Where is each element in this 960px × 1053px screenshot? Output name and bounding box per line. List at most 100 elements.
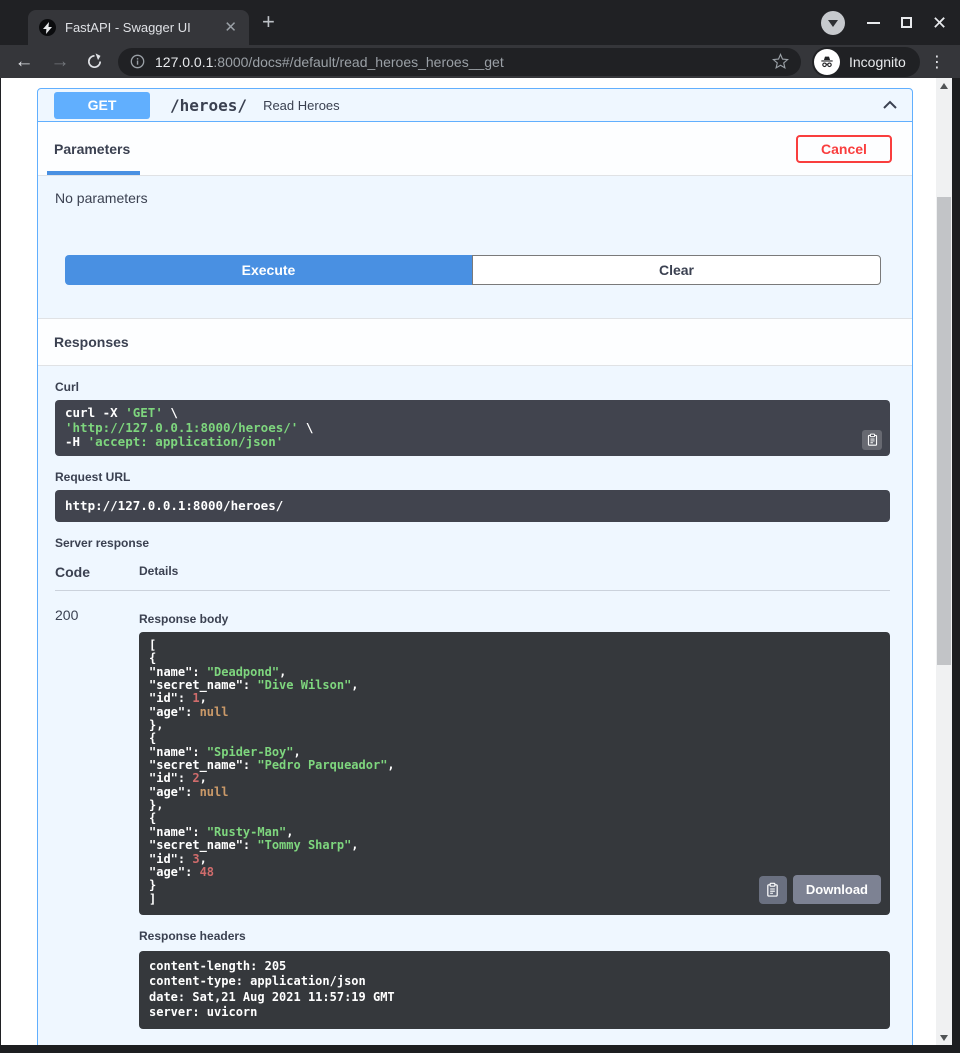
responses-header: Responses xyxy=(38,318,912,366)
tab-close-icon[interactable]: ✕ xyxy=(220,18,241,37)
close-button[interactable]: ✕ xyxy=(923,14,956,32)
no-parameters-text: No parameters xyxy=(55,190,912,206)
page-content: GET /heroes/ Read Heroes Parameters Canc… xyxy=(0,78,952,1045)
responses-body: Curl curl -X 'GET' \ 'http://127.0.0.1:8… xyxy=(38,380,912,1045)
scrollbar-up-button[interactable] xyxy=(936,78,952,93)
responses-title: Responses xyxy=(54,334,129,350)
operation-summary[interactable]: GET /heroes/ Read Heroes xyxy=(38,89,912,122)
browser-toolbar: ← → 127.0.0.1:8000/docs#/default/read_he… xyxy=(0,45,960,78)
copy-curl-button[interactable] xyxy=(862,430,882,450)
curl-block: curl -X 'GET' \ 'http://127.0.0.1:8000/h… xyxy=(55,400,890,456)
code-line: { xyxy=(149,732,880,745)
response-table-header: Code Details xyxy=(55,564,890,591)
browser-tab[interactable]: FastAPI - Swagger UI ✕ xyxy=(28,10,249,45)
up-arrow-icon xyxy=(940,83,948,89)
scrollbar-down-button[interactable] xyxy=(936,1030,952,1045)
minimize-button[interactable] xyxy=(857,22,890,24)
code-line: "name": "Spider-Boy", xyxy=(149,746,880,759)
window-bottom-edge xyxy=(0,1045,960,1053)
page-info-icon[interactable] xyxy=(130,54,145,69)
clear-button[interactable]: Clear xyxy=(472,255,881,285)
window-controls: ✕ xyxy=(821,0,956,45)
close-icon: ✕ xyxy=(932,14,947,32)
response-headers-label: Response headers xyxy=(139,929,890,943)
response-details: Response body [ { "name": "Deadpond", "s… xyxy=(139,607,890,1029)
code-line: "id": 2, xyxy=(149,772,880,785)
incognito-badge: Incognito xyxy=(812,47,920,77)
curl-label: Curl xyxy=(55,380,890,394)
browser-update-icon[interactable] xyxy=(821,11,845,35)
scrollbar-thumb[interactable] xyxy=(937,197,951,665)
curl-code: curl -X 'GET' \ 'http://127.0.0.1:8000/h… xyxy=(65,406,880,450)
operation-block-get-heroes: GET /heroes/ Read Heroes Parameters Canc… xyxy=(37,88,913,1045)
maximize-button[interactable] xyxy=(890,17,923,28)
clipboard-icon xyxy=(765,882,780,897)
minimize-icon xyxy=(867,22,880,24)
response-body-block: [ { "name": "Deadpond", "secret_name": "… xyxy=(139,632,890,915)
code-line: }, xyxy=(149,719,880,732)
browser-menu-button[interactable]: ⋮ xyxy=(929,52,945,72)
tab-strip: FastAPI - Swagger UI ✕ + ✕ xyxy=(0,0,960,45)
copy-response-button[interactable] xyxy=(759,876,787,904)
response-body-code: [ { "name": "Deadpond", "secret_name": "… xyxy=(149,639,880,906)
operation-path: /heroes/ xyxy=(170,96,247,115)
code-line: "name": "Rusty-Man", xyxy=(149,826,880,839)
method-badge[interactable]: GET xyxy=(54,92,150,119)
scrollbar[interactable] xyxy=(936,78,952,1045)
response-headers-block: content-length: 205content-type: applica… xyxy=(139,951,890,1029)
parameters-header: Parameters Cancel xyxy=(38,122,912,176)
download-button[interactable]: Download xyxy=(793,875,881,904)
window-right-edge xyxy=(952,78,960,1053)
new-tab-button[interactable]: + xyxy=(262,11,275,33)
tab-parameters[interactable]: Parameters xyxy=(54,141,130,157)
code-line: "secret_name": "Dive Wilson", xyxy=(149,679,880,692)
incognito-label: Incognito xyxy=(849,54,906,70)
code-line: "secret_name": "Pedro Parqueador", xyxy=(149,759,880,772)
parameters-body: No parameters Execute Clear xyxy=(38,176,912,318)
code-line: "name": "Deadpond", xyxy=(149,666,880,679)
back-button[interactable]: ← xyxy=(10,51,38,73)
code-line: -H 'accept: application/json' xyxy=(65,435,880,450)
code-line: "age": null xyxy=(149,786,880,799)
active-tab-underline xyxy=(47,171,140,175)
code-line: { xyxy=(149,652,880,665)
fastapi-favicon-icon xyxy=(39,19,56,36)
execute-button[interactable]: Execute xyxy=(65,255,472,285)
operation-description: Read Heroes xyxy=(263,98,340,113)
cancel-button[interactable]: Cancel xyxy=(796,135,892,163)
request-url-label: Request URL xyxy=(55,470,890,484)
code-line: content-length: 205 xyxy=(149,959,880,975)
response-row-200: 200 Response body [ { "name": "Deadpond"… xyxy=(55,591,890,1029)
forward-button[interactable]: → xyxy=(46,51,74,73)
chevron-up-icon xyxy=(880,95,900,115)
reload-button[interactable] xyxy=(80,53,108,70)
collapse-button[interactable] xyxy=(880,95,900,115)
code-line: 'http://127.0.0.1:8000/heroes/' \ xyxy=(65,421,880,436)
reload-icon xyxy=(86,53,103,70)
details-column-header: Details xyxy=(139,564,178,580)
code-line: "secret_name": "Tommy Sharp", xyxy=(149,839,880,852)
browser-window: FastAPI - Swagger UI ✕ + ✕ ← → 127.0 xyxy=(0,0,960,1053)
url-host: 127.0.0.1 xyxy=(155,54,213,70)
status-code: 200 xyxy=(55,607,139,1029)
response-body-label: Response body xyxy=(139,612,890,626)
server-response-label: Server response xyxy=(55,536,890,550)
code-line: { xyxy=(149,812,880,825)
request-url-value: http://127.0.0.1:8000/heroes/ xyxy=(65,498,283,513)
tab-title: FastAPI - Swagger UI xyxy=(65,20,220,35)
code-line: server: uvicorn xyxy=(149,1005,880,1021)
code-column-header: Code xyxy=(55,564,139,580)
code-line: [ xyxy=(149,639,880,652)
response-headers-code: content-length: 205content-type: applica… xyxy=(149,959,880,1021)
url-text[interactable]: 127.0.0.1:8000/docs#/default/read_heroes… xyxy=(155,54,772,70)
code-line: date: Sat,21 Aug 2021 11:57:19 GMT xyxy=(149,990,880,1006)
down-arrow-icon xyxy=(940,1035,948,1041)
url-bar[interactable]: 127.0.0.1:8000/docs#/default/read_heroes… xyxy=(118,48,801,76)
incognito-icon xyxy=(814,49,840,75)
code-line: "age": null xyxy=(149,706,880,719)
down-arrow-icon xyxy=(828,20,838,27)
code-line: "id": 3, xyxy=(149,853,880,866)
bookmark-star-icon[interactable] xyxy=(772,53,789,70)
response-body-actions: Download xyxy=(759,875,881,904)
maximize-icon xyxy=(901,17,912,28)
